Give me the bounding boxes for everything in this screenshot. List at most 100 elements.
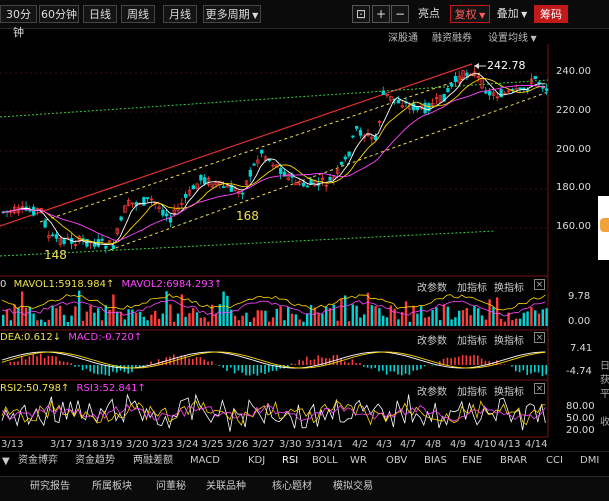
indicator-tab-cci[interactable]: CCI	[546, 454, 563, 468]
edit-params-link[interactable]: 改参数	[417, 383, 447, 398]
macd-bar	[253, 365, 255, 374]
candle-body	[260, 150, 263, 153]
bottom-tab[interactable]: 关联品种	[206, 478, 246, 496]
volume-bar	[454, 317, 456, 326]
high-price-label: 242.78	[487, 59, 526, 72]
volume-bar	[173, 322, 175, 326]
volume-bar	[241, 316, 243, 326]
volume-bar	[139, 312, 141, 326]
switch-indicator-link[interactable]: 换指标	[494, 279, 524, 294]
macd-bar	[222, 365, 224, 368]
volume-bar	[21, 291, 23, 326]
add-indicator-link[interactable]: 加指标	[457, 279, 487, 294]
volume-bar	[355, 306, 357, 326]
volume-bar	[374, 306, 376, 326]
volume-bar	[93, 313, 95, 326]
add-indicator-link[interactable]: 加指标	[457, 383, 487, 398]
macd-bar	[409, 365, 411, 375]
volume-bar	[526, 311, 528, 326]
volume-bar	[29, 307, 31, 326]
volume-bar	[158, 319, 160, 326]
macd-bar	[378, 365, 380, 371]
macd-bar	[466, 355, 468, 365]
candle-body	[500, 89, 503, 96]
volume-bar	[333, 305, 335, 326]
macd-bar	[93, 365, 95, 374]
macd-bar	[188, 358, 190, 365]
volume-bar	[439, 320, 441, 326]
volume-bar	[51, 306, 53, 326]
candle-body	[146, 198, 149, 199]
macd-bar	[291, 363, 293, 365]
macd-bar	[184, 355, 186, 365]
indicator-tab-wr[interactable]: WR	[350, 454, 367, 468]
candle-body	[169, 218, 172, 222]
macd-bar	[545, 365, 547, 375]
macd-bar	[386, 365, 388, 375]
close-icon[interactable]: ×	[534, 383, 545, 394]
macd-bar	[173, 354, 175, 365]
indicator-tab-obv[interactable]: OBV	[386, 454, 407, 468]
macd-bar	[268, 365, 270, 372]
indicator-tab-资金趋势[interactable]: 资金趋势	[75, 454, 115, 468]
volume-bar	[112, 294, 114, 326]
bottom-tab[interactable]: 问董秘	[156, 478, 186, 496]
bottom-tab[interactable]: 所属板块	[92, 478, 132, 496]
macd-bar	[67, 362, 69, 365]
volume-bar	[124, 319, 126, 326]
close-icon[interactable]: ×	[534, 279, 545, 290]
edit-params-link[interactable]: 改参数	[417, 279, 447, 294]
macd-bar	[424, 365, 426, 366]
side-panel-icon	[600, 218, 609, 232]
bottom-tab[interactable]: 模拟交易	[333, 478, 373, 496]
macd-bar	[485, 361, 487, 365]
indicator-tab-rsi[interactable]: RSI	[282, 454, 298, 468]
candle-body	[397, 100, 400, 103]
indicator-tab-ene[interactable]: ENE	[462, 454, 482, 468]
switch-indicator-link[interactable]: 换指标	[494, 383, 524, 398]
macd-bar	[371, 365, 373, 369]
macd-bar	[504, 364, 506, 365]
indicator-tab-资金博弈[interactable]: 资金博弈	[18, 454, 58, 468]
macd-bar	[48, 356, 50, 365]
switch-indicator-link[interactable]: 换指标	[494, 332, 524, 347]
indicator-tab-两融差额[interactable]: 两融差额	[133, 454, 173, 468]
volume-bar	[245, 313, 247, 326]
volume-bar	[101, 320, 103, 326]
indicator-tab-bias[interactable]: BIAS	[424, 454, 447, 468]
indicator-tab-boll[interactable]: BOLL	[312, 454, 338, 468]
volume-bar	[105, 305, 107, 326]
bottom-tab[interactable]: 研究报告	[30, 478, 70, 496]
volume-bar	[424, 318, 426, 326]
macd-bar	[405, 365, 407, 374]
macd-bar	[344, 361, 346, 365]
indicator-tab-kdj[interactable]: KDJ	[248, 454, 265, 468]
macd-bar	[230, 365, 232, 367]
volume-bar	[306, 313, 308, 326]
indicator-tab-macd[interactable]: MACD	[190, 454, 220, 468]
candle-body	[32, 207, 35, 215]
volume-bar	[55, 308, 57, 326]
candle-body	[416, 107, 419, 110]
volume-bar	[363, 314, 365, 326]
bottom-tab[interactable]: 核心题材	[272, 478, 312, 496]
kline-chart[interactable]	[0, 0, 609, 500]
macd-bar	[82, 365, 84, 370]
macd-bar	[310, 360, 312, 365]
add-indicator-link[interactable]: 加指标	[457, 332, 487, 347]
volume-bar	[378, 308, 380, 326]
macd-bar	[390, 365, 392, 371]
candle-body	[329, 177, 332, 180]
upper-green-trendline	[0, 80, 548, 117]
volume-bar	[279, 306, 281, 326]
macd-bar	[36, 356, 38, 365]
dropdown-arrow-icon[interactable]: ▼	[2, 455, 10, 469]
edit-params-link[interactable]: 改参数	[417, 332, 447, 347]
macd-bar	[196, 357, 198, 365]
macd-histogram	[2, 352, 547, 376]
close-icon[interactable]: ×	[534, 332, 545, 343]
indicator-tab-brar[interactable]: BRAR	[500, 454, 527, 468]
volume-bar	[393, 309, 395, 326]
volume-bar	[74, 306, 76, 326]
indicator-tab-dmi[interactable]: DMI	[580, 454, 599, 468]
